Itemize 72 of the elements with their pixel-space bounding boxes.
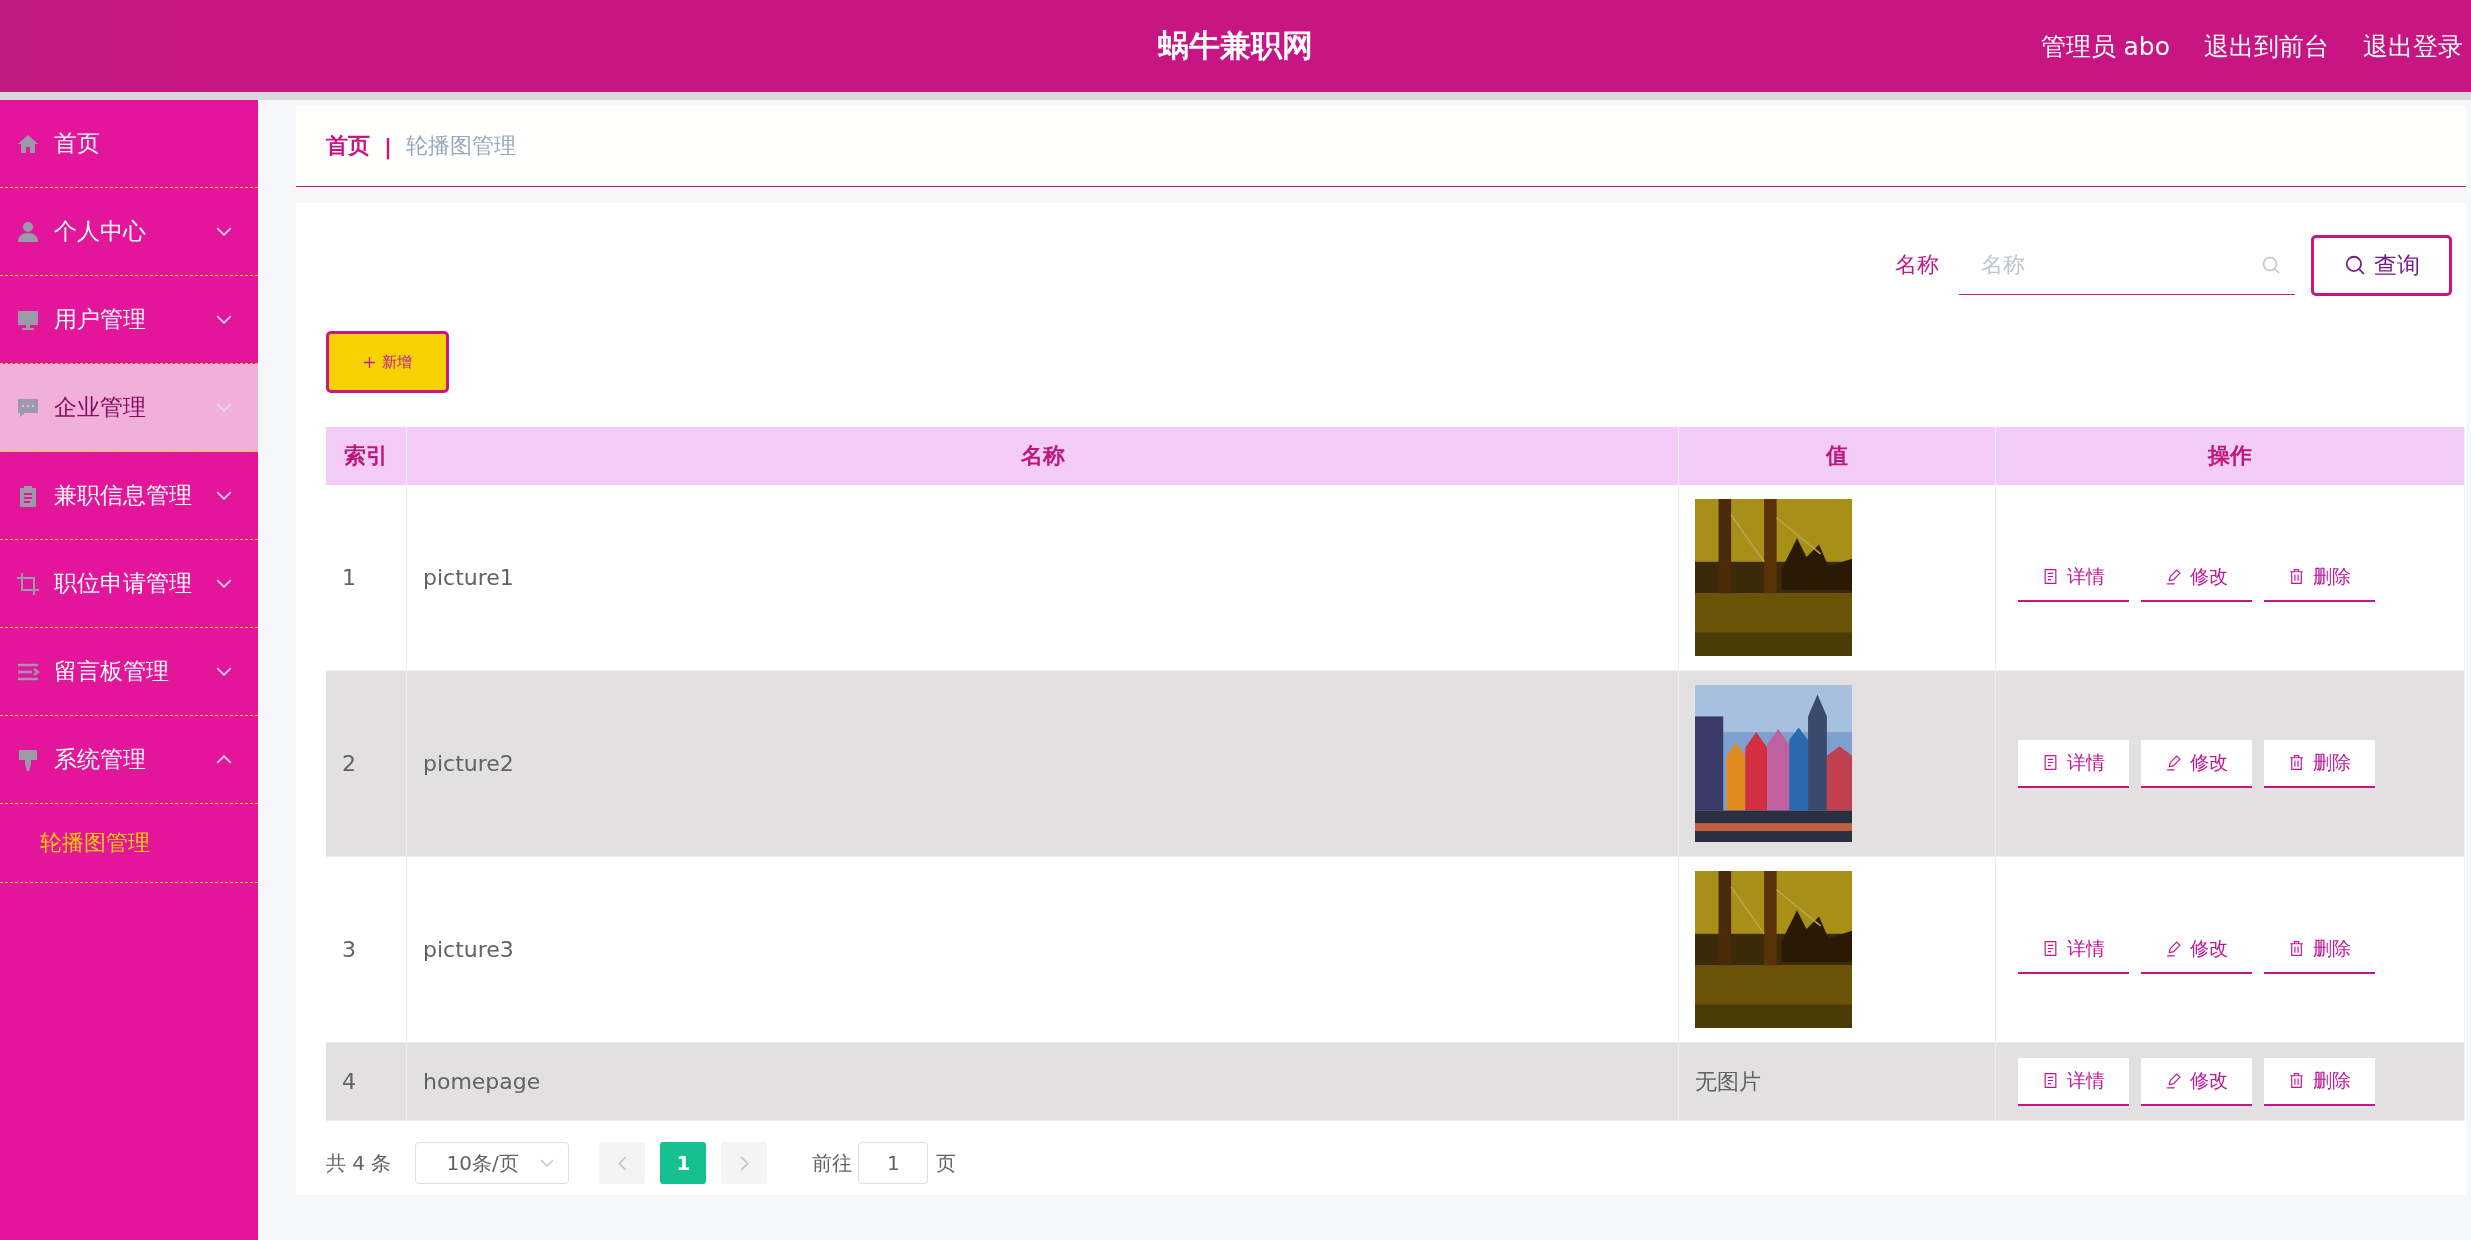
header-link[interactable]: 退出登录 [2363,29,2463,63]
table-cell: 3 [326,856,407,1043]
chevron-down-icon [216,227,232,236]
pencil-icon [2165,940,2182,957]
sidebar-item[interactable]: 留言板管理 [0,628,258,716]
sidebar-item[interactable]: 系统管理 [0,716,258,804]
plus-icon [363,355,376,369]
trash-icon [2288,568,2305,585]
edit-button[interactable]: 修改 [2141,739,2252,788]
add-button[interactable]: 新增 [326,331,449,393]
document-icon [2042,1072,2059,1089]
chevron-down-icon [216,667,232,676]
sidebar-item[interactable]: 兼职信息管理 [0,452,258,540]
column-header: 名称 [406,427,1679,485]
table-cell: 无图片 [1695,1068,1761,1094]
table-cell: picture2 [406,670,1679,857]
chevron-down-icon [216,579,232,588]
chevron-left-icon [617,1155,627,1171]
trash-icon [2288,754,2305,771]
sidebar-item[interactable]: 企业管理 [0,364,258,452]
chevron-right-icon [739,1155,749,1171]
table-cell: picture3 [406,856,1679,1043]
chevron-down-icon [216,315,232,324]
search-icon [2343,254,2366,276]
trash-icon [2288,940,2305,957]
caret-icon [540,1159,555,1167]
trash-icon [2288,1072,2305,1089]
user-menu-link[interactable]: 管理员 abo [2040,29,2170,63]
document-icon [2042,568,2059,585]
previous-page-button[interactable] [599,1142,646,1184]
document-icon [2042,940,2059,957]
page-size-select[interactable]: 10条/页 [415,1142,570,1184]
next-page-button[interactable] [721,1142,768,1184]
search-icon [2261,255,2281,275]
details-button[interactable]: 详情 [2018,1057,2129,1106]
page-input[interactable]: 1 [858,1142,929,1184]
pencil-icon [2165,568,2182,585]
document-icon [2042,754,2059,771]
breadcrumb-link[interactable]: 首页 [326,131,370,161]
edit-button[interactable]: 修改 [2141,1057,2252,1106]
table-cell: picture1 [406,485,1679,671]
sidebar-item[interactable]: 职位申请管理 [0,540,258,628]
search-label: 名称 [1895,251,1939,279]
details-button[interactable]: 详情 [2018,739,2129,788]
chevron-down-icon [216,491,232,500]
chevron-down-icon [216,403,232,412]
delete-button[interactable]: 删除 [2264,739,2375,788]
crop-icon [16,571,40,596]
table-cell: 4 [326,1042,407,1121]
delete-button[interactable]: 删除 [2264,1057,2375,1106]
page-suffix: 页 [936,1149,957,1177]
sidebar-item[interactable]: 个人中心 [0,188,258,276]
breadcrumb-separator: | [384,133,393,159]
sidebar-item[interactable]: 首页 [0,100,258,188]
brush-icon [16,747,40,772]
table-cell: 2 [326,670,407,857]
sidebar-subitem[interactable]: 轮播图管理 [0,804,258,883]
pencil-icon [2165,754,2182,771]
column-header: 索引 [326,427,407,485]
table-cell: 1 [326,485,407,671]
column-header: 操作 [1995,427,2465,485]
total-count: 共 4 条 [326,1149,392,1177]
pencil-icon [2165,1072,2182,1089]
header-link[interactable]: 退出到前台 [2204,29,2329,63]
site-title: 蜗牛兼职网 [1158,26,1313,65]
column-header: 值 [1678,427,1996,485]
search-field[interactable]: 名称 [1959,235,2295,295]
goto-label: 前往 [812,1149,853,1177]
search-button[interactable]: 查询 [2311,234,2452,296]
table-cell: homepage [406,1042,1679,1121]
chevron-up-icon [216,755,232,764]
person-icon [16,219,40,244]
